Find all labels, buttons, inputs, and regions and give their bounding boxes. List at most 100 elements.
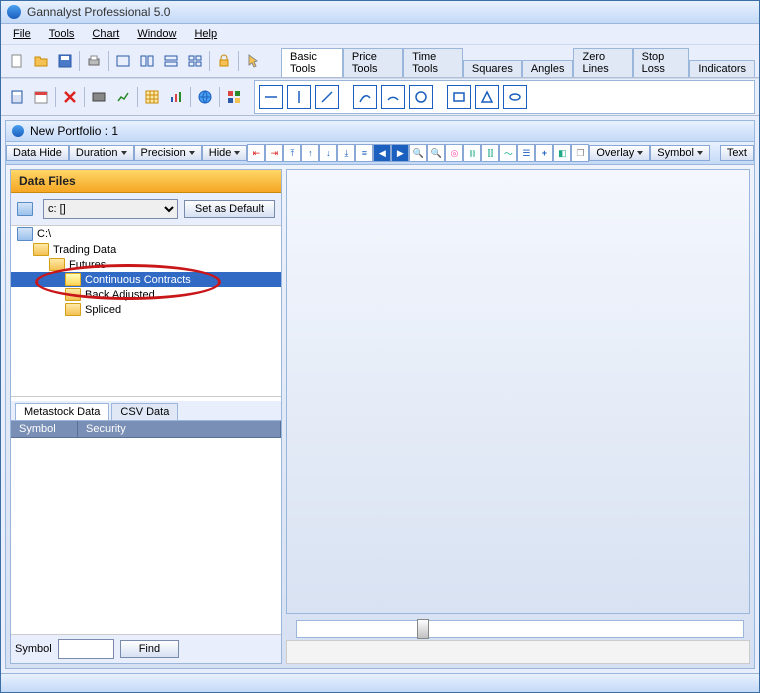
menu-chart[interactable]: Chart: [84, 26, 127, 42]
chart1-button[interactable]: [111, 85, 135, 109]
new-button[interactable]: [5, 49, 29, 73]
tool-circle[interactable]: [409, 85, 433, 109]
tree-node-continuous-contracts[interactable]: Continuous Contracts: [11, 272, 281, 287]
tool-rect[interactable]: [447, 85, 471, 109]
calendar-button[interactable]: [29, 85, 53, 109]
tab-csv[interactable]: CSV Data: [111, 403, 178, 420]
tool-trendline[interactable]: [315, 85, 339, 109]
duration-dropdown[interactable]: Duration: [69, 145, 134, 161]
tab-time-tools[interactable]: Time Tools: [403, 48, 463, 77]
tab-indicators[interactable]: Indicators: [689, 60, 755, 77]
col-symbol[interactable]: Symbol: [11, 421, 78, 437]
layout4-button[interactable]: [183, 49, 207, 73]
down-icon[interactable]: ↓: [319, 144, 337, 162]
open-button[interactable]: [29, 49, 53, 73]
tree-node-futures[interactable]: Futures: [11, 257, 281, 272]
portfolio-window: New Portfolio : 1 Data Hide Duration Pre…: [5, 120, 755, 669]
film-button[interactable]: [87, 85, 111, 109]
tab-metastock[interactable]: Metastock Data: [15, 403, 109, 420]
nav-first-icon[interactable]: ⇤: [247, 144, 265, 162]
find-row: Symbol Find: [11, 634, 281, 663]
chart-area[interactable]: [286, 169, 750, 614]
portfolio-title: New Portfolio : 1: [30, 124, 118, 138]
bars-button[interactable]: [164, 85, 188, 109]
drive-icon: [17, 227, 33, 241]
top-icon[interactable]: ⤒: [283, 144, 301, 162]
time-slider[interactable]: [296, 620, 744, 638]
symbol-grid[interactable]: Symbol Security: [11, 421, 281, 634]
layout1-button[interactable]: [111, 49, 135, 73]
tree-node-trading-data[interactable]: Trading Data: [11, 242, 281, 257]
status-bar: [1, 673, 759, 692]
tab-stop-loss[interactable]: Stop Loss: [633, 48, 690, 77]
print-button[interactable]: [82, 49, 106, 73]
tab-zero-lines[interactable]: Zero Lines: [573, 48, 632, 77]
zoom-out-icon[interactable]: 🔍: [427, 144, 445, 162]
layout2-button[interactable]: [135, 49, 159, 73]
drive-icon: [17, 202, 33, 216]
candles-icon[interactable]: ⫾⫾: [463, 144, 481, 162]
tab-squares[interactable]: Squares: [463, 60, 522, 77]
target-icon[interactable]: ◎: [445, 144, 463, 162]
precision-dropdown[interactable]: Precision: [134, 145, 202, 161]
data-format-tabs: Metastock Data CSV Data: [11, 401, 281, 421]
copy-icon[interactable]: ❐: [571, 144, 589, 162]
symbol-dropdown[interactable]: Symbol: [650, 145, 710, 161]
menu-bar: File Tools Chart Window Help: [1, 24, 759, 44]
next-icon[interactable]: ▶: [391, 144, 409, 162]
find-button[interactable]: Find: [120, 640, 179, 658]
zoom-in-icon[interactable]: 🔍: [409, 144, 427, 162]
data-hide-button[interactable]: Data Hide: [6, 145, 69, 161]
nav-last-icon[interactable]: ⇥: [265, 144, 283, 162]
globe-button[interactable]: [193, 85, 217, 109]
up-icon[interactable]: ↑: [301, 144, 319, 162]
tree-node-back-adjusted[interactable]: Back Adjusted: [11, 287, 281, 302]
overlay-dropdown[interactable]: Overlay: [589, 145, 650, 161]
tree-node-spliced[interactable]: Spliced: [11, 302, 281, 317]
save-button[interactable]: [53, 49, 77, 73]
settings-icon[interactable]: ◧: [553, 144, 571, 162]
line-icon[interactable]: 〜: [499, 144, 517, 162]
add-icon[interactable]: +: [535, 144, 553, 162]
lock-button[interactable]: [212, 49, 236, 73]
list-icon[interactable]: ☰: [517, 144, 535, 162]
symbol-find-input[interactable]: [58, 639, 114, 659]
bars2-icon[interactable]: ⫿⫿: [481, 144, 499, 162]
hide-dropdown[interactable]: Hide: [202, 145, 248, 161]
menu-tools[interactable]: Tools: [41, 26, 83, 42]
tool-triangle[interactable]: [475, 85, 499, 109]
tool-hline[interactable]: [259, 85, 283, 109]
tree-label: Continuous Contracts: [85, 274, 191, 286]
portfolio-titlebar: New Portfolio : 1: [6, 121, 754, 142]
tool-vline[interactable]: [287, 85, 311, 109]
tool-tabs: Basic Tools Price Tools Time Tools Squar…: [281, 47, 755, 76]
menu-window[interactable]: Window: [129, 26, 184, 42]
drive-select[interactable]: c: []: [43, 199, 178, 219]
prev-icon[interactable]: ◀: [373, 144, 391, 162]
color-button[interactable]: [222, 85, 246, 109]
menu-help[interactable]: Help: [186, 26, 225, 42]
slider-thumb[interactable]: [417, 619, 429, 639]
folder-icon: [33, 243, 49, 256]
tool-ellipse[interactable]: [503, 85, 527, 109]
menu-file[interactable]: File: [5, 26, 39, 42]
bottom-icon[interactable]: ⤓: [337, 144, 355, 162]
folder-icon: [65, 288, 81, 301]
align-icon[interactable]: ≡: [355, 144, 373, 162]
grid-button[interactable]: [140, 85, 164, 109]
tool-arc[interactable]: [381, 85, 405, 109]
col-security[interactable]: Security: [78, 421, 281, 437]
tool-curve[interactable]: [353, 85, 377, 109]
folder-tree[interactable]: C:\ Trading DataFutures Continuous Contrac…: [11, 225, 281, 397]
delete-button[interactable]: [58, 85, 82, 109]
tab-price-tools[interactable]: Price Tools: [343, 48, 403, 77]
tree-label: C:\: [37, 228, 51, 240]
tree-node-c-[interactable]: C:\: [11, 226, 281, 242]
text-button[interactable]: Text: [720, 145, 754, 161]
tab-angles[interactable]: Angles: [522, 60, 574, 77]
tab-basic-tools[interactable]: Basic Tools: [281, 48, 343, 77]
calc-button[interactable]: [5, 85, 29, 109]
layout3-button[interactable]: [159, 49, 183, 73]
pointer-button[interactable]: [241, 49, 265, 73]
set-default-button[interactable]: Set as Default: [184, 200, 275, 218]
